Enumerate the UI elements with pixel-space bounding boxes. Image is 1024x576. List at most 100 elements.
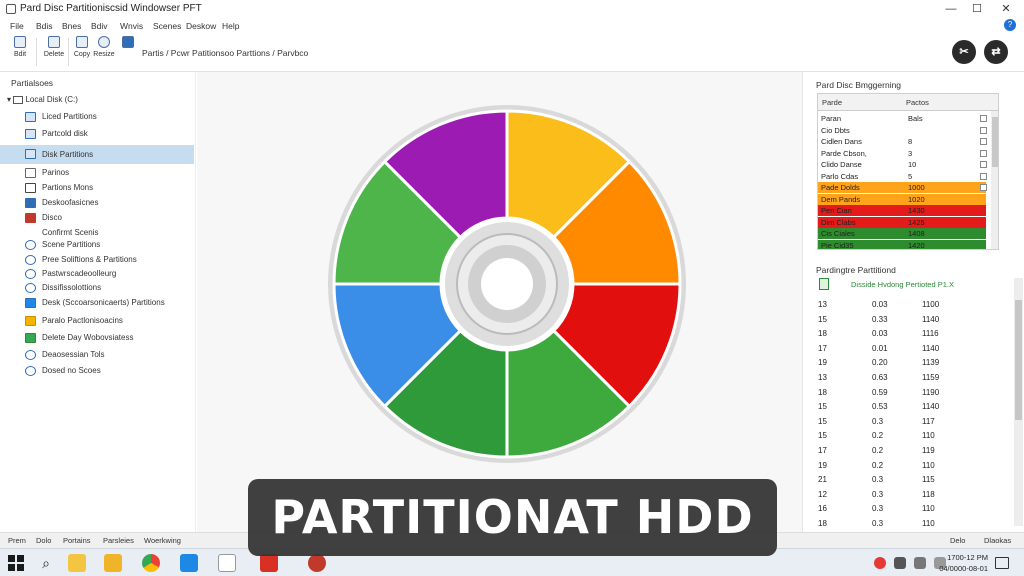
- table-row[interactable]: Parde Cbson, 3: [818, 148, 987, 159]
- delete-icon: [48, 36, 60, 48]
- sidebar-item[interactable]: Parinos: [0, 165, 194, 181]
- list-item[interactable]: 13 0.63 1159: [817, 371, 1007, 387]
- sidebar-item-selected[interactable]: Disk Partitions: [0, 145, 194, 164]
- windows-start-icon[interactable]: [8, 555, 24, 571]
- menu-file[interactable]: File: [10, 21, 24, 31]
- list-scrollbar[interactable]: [1014, 278, 1023, 526]
- sidebar-item[interactable]: Desk (Sccoarsonicaerts) Partitions: [0, 295, 194, 311]
- sidebar-item[interactable]: Dissifissolottions: [0, 280, 194, 296]
- table-row[interactable]: Paran Bals: [818, 113, 987, 124]
- sidebar-item[interactable]: Deaosessian Tols: [0, 347, 194, 363]
- network-icon[interactable]: [894, 557, 906, 569]
- list-item[interactable]: 18 0.59 1190: [817, 386, 1007, 402]
- sidebar-item[interactable]: Scene Partitions: [0, 237, 194, 253]
- table-row[interactable]: Parlo Cdas 5: [818, 171, 987, 182]
- list-item[interactable]: 15 0.3 117: [817, 415, 1007, 431]
- maximize-button[interactable]: ☐: [970, 2, 984, 16]
- status-text: Delo: [950, 536, 966, 545]
- toolbar-chart-button[interactable]: [117, 36, 139, 51]
- menu-disk[interactable]: Bdiv: [91, 21, 108, 31]
- table-row[interactable]: Dem Pands 1020: [818, 193, 986, 205]
- close-button[interactable]: ✕: [999, 2, 1013, 16]
- table-row[interactable]: Clido Danse 10: [818, 159, 987, 170]
- partition-disk-graphic[interactable]: [327, 104, 687, 464]
- resize-icon: [98, 36, 110, 48]
- list-item[interactable]: 17 0.01 1140: [817, 342, 1007, 358]
- clock[interactable]: 1700-12 PM 04/0000-08-01: [939, 552, 988, 574]
- swap-action-button[interactable]: ⇄: [984, 40, 1008, 64]
- notification-icon[interactable]: [874, 557, 886, 569]
- table-row[interactable]: Cio Dbts: [818, 125, 987, 136]
- menu-edit[interactable]: Bdis: [36, 21, 53, 31]
- disk-manager-icon[interactable]: [308, 554, 326, 572]
- toolbar-delete-button[interactable]: Delete: [43, 36, 65, 58]
- search-icon[interactable]: ⌕: [37, 554, 55, 572]
- scrollbar-thumb[interactable]: [1015, 300, 1022, 420]
- list-item[interactable]: 15 0.33 1140: [817, 313, 1007, 329]
- sidebar-item[interactable]: Disco: [0, 210, 194, 226]
- chrome-icon[interactable]: [142, 554, 160, 572]
- gear-icon: [25, 269, 36, 279]
- copy-icon: [76, 36, 88, 48]
- volume-icon[interactable]: [914, 557, 926, 569]
- menu-view[interactable]: Bnes: [62, 21, 81, 31]
- table-row[interactable]: Pen Cian 1430: [818, 205, 986, 216]
- list-item[interactable]: 18 0.03 1116: [817, 327, 1007, 343]
- cut-action-button[interactable]: ✂: [952, 40, 976, 64]
- sidebar-root-node[interactable]: ▾ Local Disk (C:): [7, 95, 78, 104]
- list-item[interactable]: 12 0.3 118: [817, 488, 1007, 504]
- menu-scenes[interactable]: Scenes: [153, 21, 181, 31]
- sidebar-item[interactable]: Paralo Pactlonisoacins: [0, 313, 194, 329]
- row-checkbox[interactable]: [980, 172, 987, 180]
- folder-icon[interactable]: [104, 554, 122, 572]
- list-item[interactable]: 16 0.3 110: [817, 502, 1007, 518]
- status-text: Portains: [63, 536, 91, 545]
- menu-window[interactable]: Wnvis: [120, 21, 143, 31]
- partition-table: Parde Pactos Paran Bals Cio Dbts Cidlen Dan…: [817, 93, 999, 250]
- row-checkbox[interactable]: [980, 149, 987, 157]
- minimize-button[interactable]: —: [944, 2, 958, 16]
- breadcrumb: Partis / Pcwr Patitionsoo Parttions / Pa…: [142, 48, 309, 58]
- sidebar-item[interactable]: Liced Partitions: [0, 109, 194, 125]
- table-row[interactable]: Dim Clabs 1425: [818, 216, 986, 228]
- list-item[interactable]: 19 0.20 1139: [817, 356, 1007, 372]
- sidebar-item[interactable]: Dosed no Scoes: [0, 363, 194, 379]
- gear-icon: [25, 350, 36, 360]
- table-row[interactable]: Pade Dolds 1000: [818, 182, 987, 193]
- toolbar-resize-button[interactable]: Resize: [93, 36, 115, 58]
- list-item[interactable]: 19 0.2 110: [817, 459, 1007, 475]
- list-item[interactable]: 13 0.03 1100: [817, 298, 1007, 314]
- app-icon: [6, 4, 16, 14]
- row-checkbox[interactable]: [980, 115, 987, 122]
- row-checkbox[interactable]: [980, 161, 987, 168]
- action-center-icon[interactable]: [995, 557, 1009, 569]
- app-icon[interactable]: [260, 554, 278, 572]
- document-icon[interactable]: [218, 554, 236, 572]
- menu-help[interactable]: Help: [222, 21, 239, 31]
- file-explorer-icon[interactable]: [68, 554, 86, 572]
- sidebar-item[interactable]: Deskoofasicnes: [0, 195, 194, 211]
- table-scrollbar[interactable]: [991, 111, 998, 249]
- toolbar-copy-button[interactable]: Copy: [71, 36, 93, 58]
- mail-icon[interactable]: [180, 554, 198, 572]
- table-row[interactable]: Cis Ciales 1408: [818, 228, 986, 239]
- list-item[interactable]: 15 0.2 110: [817, 429, 1007, 445]
- row-checkbox[interactable]: [980, 138, 987, 145]
- sidebar-item[interactable]: Delete Day Wobovsiatess: [0, 330, 194, 346]
- list-item[interactable]: 18 0.3 110: [817, 517, 1007, 533]
- help-icon[interactable]: ?: [1004, 19, 1016, 31]
- menu-desktop[interactable]: Deskow: [186, 21, 216, 31]
- list-item[interactable]: 17 0.2 119: [817, 444, 1007, 460]
- row-checkbox[interactable]: [980, 126, 987, 134]
- list-item[interactable]: 21 0.3 115: [817, 473, 1007, 489]
- toolbar-edit-button[interactable]: Bdit: [9, 36, 31, 58]
- sidebar-item[interactable]: Partions Mons: [0, 180, 194, 196]
- scrollbar-thumb[interactable]: [992, 117, 998, 167]
- column-header[interactable]: Pactos: [906, 98, 929, 107]
- row-checkbox[interactable]: [980, 184, 987, 191]
- sidebar-item[interactable]: Partcold disk: [0, 126, 194, 142]
- table-row[interactable]: Cidlen Dans 8: [818, 136, 987, 147]
- column-header[interactable]: Parde: [822, 98, 842, 107]
- list-item[interactable]: 15 0.53 1140: [817, 400, 1007, 416]
- table-row[interactable]: Pie Cid35 1420: [818, 239, 986, 249]
